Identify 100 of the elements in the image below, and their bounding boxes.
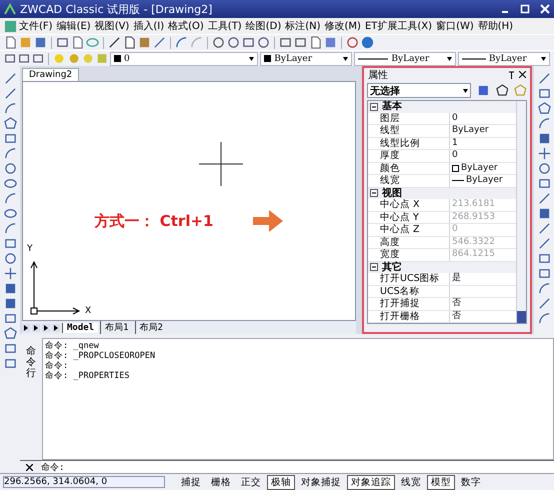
property-name: 高度 <box>380 236 450 248</box>
status-toggle[interactable]: 对象追踪 <box>347 474 395 490</box>
arc-icon[interactable] <box>4 147 16 160</box>
status-toggle[interactable]: 对象捕捉 <box>297 474 345 490</box>
swatch-icon <box>452 164 459 172</box>
last-tab-button[interactable] <box>52 324 60 332</box>
collapse-icon[interactable] <box>370 263 378 272</box>
status-toggle[interactable]: 极轴 <box>267 474 295 490</box>
property-name: 厚度 <box>380 150 450 162</box>
menu-item[interactable]: 窗口(W) <box>434 19 476 33</box>
property-name: 中心点 Z <box>380 224 450 236</box>
history-line: 命令: <box>45 361 70 371</box>
status-toggle[interactable]: 模型 <box>427 474 455 490</box>
property-value[interactable]: 1 <box>450 138 516 149</box>
collapse-icon[interactable] <box>370 189 378 198</box>
menu-item[interactable]: 标注(N) <box>283 19 323 33</box>
line-icon[interactable] <box>4 72 16 85</box>
window-title: ZWCAD Classic 试用版 - [Drawing2] <box>20 2 214 16</box>
app-logo-icon <box>4 3 16 15</box>
ellipse-icon[interactable] <box>4 207 16 220</box>
caret-icon[interactable] <box>343 56 348 60</box>
status-toggle[interactable]: 捕捉 <box>177 474 205 490</box>
property-name: 打开栅格 <box>380 310 450 322</box>
property-value[interactable]: ByLayer <box>450 125 516 136</box>
menu-item[interactable]: 修改(M) <box>322 19 363 33</box>
property-value[interactable]: ByLayer <box>450 162 516 174</box>
menu-item[interactable]: 绘图(D) <box>244 19 284 33</box>
layout-tab[interactable]: Model <box>62 322 98 332</box>
line-sample-icon <box>358 56 388 60</box>
color-dropdown[interactable]: ByLayer <box>260 52 352 66</box>
rectangle-icon[interactable] <box>4 132 16 145</box>
lineweight-dropdown[interactable]: ByLayer <box>458 52 550 66</box>
caret-icon[interactable] <box>446 56 452 60</box>
category-name: 视图 <box>382 188 402 199</box>
undo-icon[interactable] <box>175 36 188 49</box>
category-row[interactable]: 其它 <box>368 262 516 273</box>
line-sample-icon <box>452 179 464 182</box>
menu-item[interactable]: 插入(I) <box>131 19 166 33</box>
close-icon[interactable] <box>26 464 33 470</box>
collapse-icon[interactable] <box>370 102 378 111</box>
close-button[interactable] <box>540 4 550 14</box>
coordinates-display: 296.2566, 314.0604, 0 <box>3 476 165 488</box>
selection-dropdown[interactable]: 无选择 <box>367 83 471 98</box>
property-name: 图层 <box>380 112 450 124</box>
x-axis-label: X <box>85 306 92 316</box>
document-tab[interactable]: Drawing2 <box>22 68 80 81</box>
menu-item[interactable]: ET扩展工具(X) <box>362 19 434 33</box>
linetype-dropdown[interactable]: ByLayer <box>354 52 456 66</box>
y-axis-label: Y <box>27 244 32 254</box>
menu-item[interactable]: 编辑(E) <box>54 19 93 33</box>
property-value[interactable]: 0 <box>450 112 516 124</box>
property-name: 线型 <box>380 125 450 136</box>
property-value[interactable]: 否 <box>450 310 516 322</box>
swatch-icon <box>264 55 272 62</box>
caret-icon[interactable] <box>249 56 254 60</box>
caret-icon[interactable] <box>462 88 468 92</box>
status-toggle[interactable]: 数字 <box>457 474 485 490</box>
circle-icon[interactable] <box>4 162 16 175</box>
property-value[interactable]: ByLayer <box>450 175 516 186</box>
category-name: 基本 <box>382 101 402 112</box>
menu-item[interactable]: 帮助(H) <box>476 19 516 33</box>
crosshair-cursor <box>199 142 243 186</box>
menu-item[interactable]: 格式(O) <box>166 19 206 33</box>
close-icon[interactable] <box>519 71 526 78</box>
status-toggle[interactable]: 正交 <box>237 474 265 490</box>
polygon-icon[interactable] <box>4 117 16 130</box>
property-value[interactable]: 否 <box>450 298 516 310</box>
line-sample-icon <box>462 56 486 60</box>
next-tab-button[interactable] <box>42 324 50 332</box>
property-name: 宽度 <box>380 249 450 260</box>
menu-item[interactable]: 工具(T) <box>206 19 244 33</box>
property-value[interactable]: 是 <box>450 273 516 284</box>
property-value[interactable]: 0 <box>450 150 516 162</box>
caret-icon[interactable] <box>541 56 546 60</box>
layer-dropdown[interactable]: 0 <box>110 52 258 66</box>
swatch-icon <box>114 55 122 62</box>
property-name: 线型比例 <box>380 138 450 149</box>
property-name: UCS名称 <box>380 286 450 297</box>
property-name: 打开捕捉 <box>380 298 450 310</box>
property-name: 颜色 <box>380 162 450 174</box>
category-name: 其它 <box>382 262 402 273</box>
category-row[interactable]: 视图 <box>368 188 516 199</box>
status-toggle[interactable]: 栅格 <box>207 474 235 490</box>
history-line: 命令: _PROPCLOSEOROPEN <box>45 351 156 361</box>
command-label: 命令行 <box>26 346 36 381</box>
category-row[interactable]: 基本 <box>368 101 516 112</box>
status-toggle[interactable]: 线宽 <box>397 474 425 490</box>
maximize-button[interactable] <box>520 4 530 14</box>
drawing-canvas[interactable]: 方式一： Ctrl+1 Y X <box>22 81 356 321</box>
property-name: 打开UCS图标 <box>380 273 450 284</box>
menu-item[interactable]: 文件(F) <box>17 19 55 33</box>
history-line: 命令: _PROPERTIES <box>45 371 131 381</box>
construction-line-icon[interactable] <box>4 87 16 100</box>
move-icon[interactable] <box>538 147 550 160</box>
history-line: 命令: _qnew <box>45 341 100 351</box>
hatch-icon[interactable] <box>4 282 16 295</box>
scrollbar[interactable] <box>516 101 526 323</box>
command-input[interactable]: 命令: <box>41 460 554 474</box>
menu-item[interactable]: 视图(V) <box>92 19 132 33</box>
property-name: 中心点 Y <box>380 212 450 223</box>
